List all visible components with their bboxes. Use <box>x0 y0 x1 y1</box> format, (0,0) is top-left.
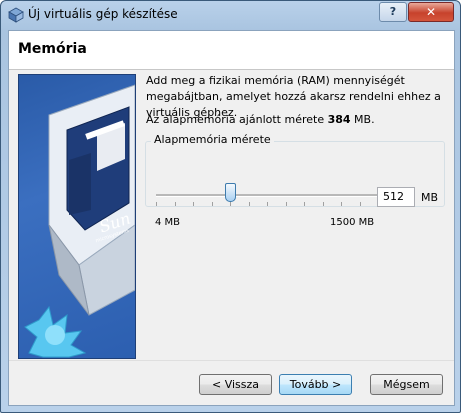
slider-tick <box>304 202 305 206</box>
dialog-client-area: Memória Sun microsystems Add meg a fizik… <box>8 30 455 406</box>
slider-tick <box>341 202 342 206</box>
slider-tick <box>230 202 231 206</box>
slider-tick <box>267 202 268 206</box>
next-button[interactable]: Tovább > <box>279 374 352 395</box>
memory-unit-label: MB <box>421 191 439 204</box>
slider-tick <box>156 202 157 206</box>
slider-tick <box>360 202 361 206</box>
title-bar[interactable]: Új virtuális gép készítése ? ✕ <box>1 1 460 29</box>
slider-tick <box>323 202 324 206</box>
recommended-prefix: Az alapmemória ajánlott mérete <box>146 113 328 126</box>
dialog-window: Új virtuális gép készítése ? ✕ Memória S… <box>0 0 461 413</box>
slider-tick <box>249 202 250 206</box>
slider-tick <box>193 202 194 206</box>
page-body: Sun microsystems Add meg a fizikai memór… <box>9 70 454 360</box>
help-button[interactable]: ? <box>379 2 407 22</box>
base-memory-group-title: Alapmemória mérete <box>151 133 274 146</box>
page-header: Memória <box>9 31 454 70</box>
wizard-side-image: Sun microsystems <box>18 74 136 359</box>
cancel-button[interactable]: Mégsem <box>370 374 443 395</box>
back-button[interactable]: < Vissza <box>199 374 272 395</box>
button-bar: < Vissza Tovább > Mégsem <box>9 361 454 405</box>
recommended-suffix: MB. <box>350 113 375 126</box>
slider-tick <box>212 202 213 206</box>
recommended-memory-value: 384 <box>327 113 351 126</box>
memory-min-label: 4 MB <box>155 217 181 228</box>
page-title: Memória <box>18 41 87 57</box>
memory-slider-handle[interactable] <box>225 183 236 202</box>
close-button[interactable]: ✕ <box>408 2 454 22</box>
slider-tick <box>286 202 287 206</box>
memory-max-label: 1500 MB <box>330 217 375 228</box>
memory-slider-track[interactable] <box>156 194 378 197</box>
slider-tick <box>175 202 176 206</box>
recommended-memory-text: Az alapmemória ajánlott mérete 384 MB. <box>146 113 375 126</box>
virtualbox-icon <box>8 7 24 23</box>
memory-size-input[interactable]: 512 <box>377 187 415 207</box>
window-title: Új virtuális gép készítése <box>28 7 178 21</box>
